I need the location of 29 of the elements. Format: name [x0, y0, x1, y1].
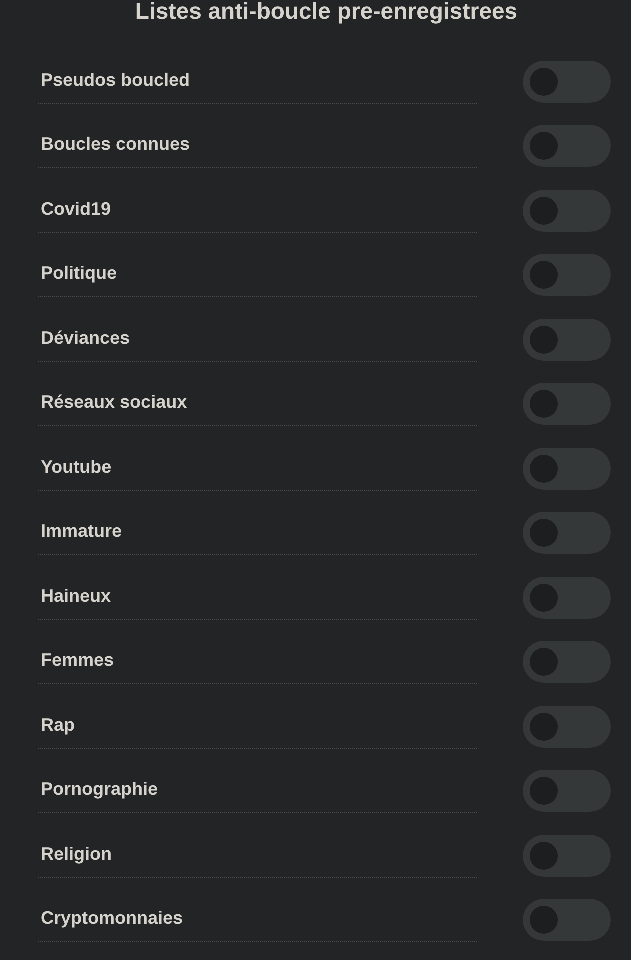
list-label: Réseaux sociaux: [41, 391, 188, 413]
toggle-switch[interactable]: [523, 254, 611, 296]
toggle-switch[interactable]: [523, 448, 611, 490]
list-label: Immature: [41, 520, 122, 542]
list-label: Cryptomonnaies: [41, 907, 184, 929]
list-label: Femmes: [41, 649, 114, 671]
toggle-switch[interactable]: [523, 576, 611, 618]
list-label: Déviances: [41, 326, 130, 348]
toggle-switch[interactable]: [523, 190, 611, 232]
toggle-switch[interactable]: [523, 383, 611, 425]
toggle-switch[interactable]: [523, 641, 611, 683]
list-label: Rap: [41, 714, 76, 736]
toggle-switch[interactable]: [523, 834, 611, 876]
toggle-switch[interactable]: [523, 770, 611, 812]
list-label: Boucles connues: [41, 133, 190, 155]
toggle-switch[interactable]: [523, 899, 611, 941]
list-label: Religion: [41, 842, 112, 864]
toggle-switch[interactable]: [523, 125, 611, 167]
list-label: Politique: [41, 262, 117, 284]
toggle-switch[interactable]: [523, 60, 611, 102]
page-title: Listes anti-boucle pre-enregistrees: [135, 0, 518, 26]
list-label: Youtube: [41, 456, 112, 478]
toggle-switch[interactable]: [523, 706, 611, 748]
toggle-switch[interactable]: [523, 512, 611, 554]
list-label: Haineux: [41, 584, 112, 606]
list-label: Covid19: [41, 198, 112, 220]
toggle-switch[interactable]: [523, 318, 611, 360]
list-label: Pseudos boucled: [41, 68, 190, 90]
list-label: Pornographie: [41, 778, 158, 800]
